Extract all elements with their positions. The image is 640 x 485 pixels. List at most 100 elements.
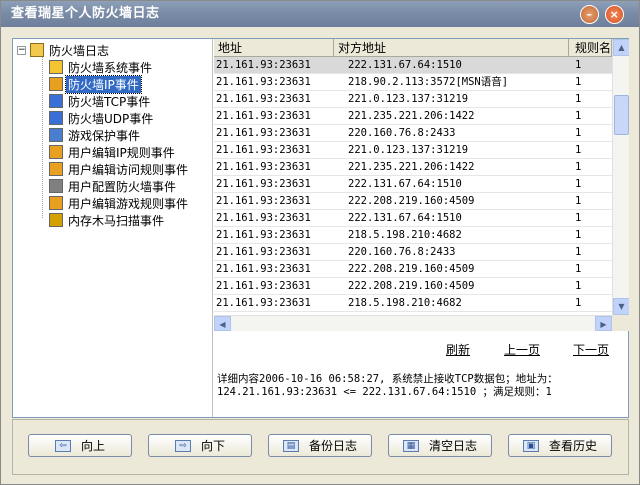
- udp-event-icon: [49, 111, 63, 125]
- arrow-right-icon: ⇨: [174, 439, 191, 452]
- cell-remote-address: 221.235.221.206:1422: [348, 161, 475, 173]
- down-button-label: 向下: [200, 439, 225, 453]
- cell-address: 21.161.93:23631: [216, 110, 311, 122]
- cell-address: 21.161.93:23631: [216, 178, 311, 190]
- backup-icon: ▤: [282, 439, 299, 452]
- view-history-button[interactable]: ▣ 查看历史: [508, 434, 612, 457]
- table-body: 21.161.93:23631 222.131.67.64:1510 1 21.161…: [214, 57, 612, 312]
- tree-item[interactable]: 游戏保护事件: [49, 127, 142, 143]
- game-protect-icon: [49, 128, 63, 142]
- refresh-link[interactable]: 刷新: [446, 341, 470, 358]
- tcp-event-icon: [49, 94, 63, 108]
- tree-root[interactable]: − 防火墙日志: [17, 42, 111, 58]
- table-row[interactable]: 21.161.93:23631 220.160.76.8:2433 1: [214, 244, 612, 261]
- tree-item-label: 游戏保护事件: [68, 128, 141, 143]
- tree-item-label: 防火墙系统事件: [68, 60, 153, 75]
- tree-item[interactable]: 内存木马扫描事件: [49, 212, 166, 228]
- cell-rule-name: 1: [575, 195, 582, 207]
- cell-rule-name: 1: [575, 229, 582, 241]
- tree-item[interactable]: 用户编辑IP规则事件: [49, 144, 177, 160]
- vertical-scroll-thumb[interactable]: [614, 95, 629, 135]
- table-row[interactable]: 21.161.93:23631 222.208.219.160:4509 1: [214, 261, 612, 278]
- vertical-scrollbar[interactable]: ▲ ▼: [612, 39, 629, 315]
- minimize-button[interactable]: –: [580, 5, 599, 24]
- log-book-icon: [30, 43, 44, 57]
- edit-access-rule-icon: [49, 162, 63, 176]
- scroll-left-button[interactable]: ◀: [214, 316, 231, 331]
- scroll-right-button[interactable]: ▶: [595, 316, 612, 331]
- table-row[interactable]: 21.161.93:23631 221.0.123.137:31219 1: [214, 142, 612, 159]
- down-button[interactable]: ⇨ 向下: [148, 434, 252, 457]
- arrow-left-icon: ⇦: [54, 439, 71, 452]
- tree-item-label: 用户编辑访问规则事件: [68, 162, 189, 177]
- table-row[interactable]: 21.161.93:23631 220.160.76.8:2433 1: [214, 125, 612, 142]
- tree-item-label: 用户配置防火墙事件: [68, 179, 177, 194]
- cell-address: 21.161.93:23631: [216, 144, 311, 156]
- cell-remote-address: 222.208.219.160:4509: [348, 195, 475, 207]
- scroll-down-icon: ▼: [618, 302, 625, 311]
- tree-item-label: 防火墙TCP事件: [68, 94, 151, 109]
- table-row[interactable]: 21.161.93:23631 221.0.123.137:31219 1: [214, 91, 612, 108]
- log-table: 地址 对方地址 规则名称 21.161.93:23631 222.131.67.6…: [214, 39, 629, 331]
- cell-remote-address: 220.160.76.8:2433: [348, 246, 456, 258]
- tree-item[interactable]: 防火墙UDP事件: [49, 110, 155, 126]
- tree-item[interactable]: 防火墙IP事件: [49, 74, 142, 94]
- cell-rule-name: 1: [575, 297, 582, 309]
- up-button[interactable]: ⇦ 向上: [28, 434, 132, 457]
- tree-item-label: 防火墙UDP事件: [68, 111, 154, 126]
- tree-connector: [42, 53, 43, 218]
- table-row[interactable]: 21.161.93:23631 218.5.198.210:4682 1: [214, 227, 612, 244]
- table-row[interactable]: 21.161.93:23631 218.5.198.210:4682 1: [214, 295, 612, 312]
- table-row[interactable]: 21.161.93:23631 218.90.2.113:3572[MSN语音] 1: [214, 74, 612, 91]
- clear-icon: ▦: [402, 439, 419, 452]
- cell-remote-address: 222.131.67.64:1510: [348, 59, 462, 71]
- tree-item[interactable]: 防火墙系统事件: [49, 59, 154, 75]
- detail-text: 详细内容2006-10-16 06:58:27, 系统禁止接收TCP数据包；地址…: [217, 373, 558, 398]
- tree-item[interactable]: 用户配置防火墙事件: [49, 178, 178, 194]
- scroll-up-button[interactable]: ▲: [613, 39, 629, 56]
- cell-remote-address: 222.131.67.64:1510: [348, 178, 462, 190]
- tree-item[interactable]: 用户编辑游戏规则事件: [49, 195, 190, 211]
- cell-remote-address: 218.5.198.210:4682: [348, 297, 462, 309]
- history-icon: ▣: [522, 439, 539, 452]
- clear-log-button[interactable]: ▦ 清空日志: [388, 434, 492, 457]
- scroll-down-button[interactable]: ▼: [613, 298, 629, 315]
- ip-event-icon: [49, 77, 63, 91]
- tree-item[interactable]: 用户编辑访问规则事件: [49, 161, 190, 177]
- cell-remote-address: 218.90.2.113:3572[MSN语音]: [348, 76, 509, 88]
- table-row[interactable]: 21.161.93:23631 222.131.67.64:1510 1: [214, 210, 612, 227]
- table-row[interactable]: 21.161.93:23631 222.208.219.160:4509 1: [214, 193, 612, 210]
- horizontal-scrollbar[interactable]: ◀ ▶: [214, 315, 612, 331]
- table-row[interactable]: 21.161.93:23631 222.131.67.64:1510 1: [214, 57, 612, 74]
- column-header-remote-address[interactable]: 对方地址: [334, 39, 569, 57]
- clear-log-label: 清空日志: [428, 439, 477, 453]
- prev-page-link[interactable]: 上一页: [504, 341, 540, 358]
- tree-item[interactable]: 防火墙TCP事件: [49, 93, 152, 109]
- column-header-rule-name[interactable]: 规则名称: [569, 39, 612, 57]
- cell-address: 21.161.93:23631: [216, 297, 311, 309]
- title-bar: 查看瑞星个人防火墙日志 – ×: [1, 1, 639, 27]
- next-page-link[interactable]: 下一页: [573, 341, 609, 358]
- table-row[interactable]: 21.161.93:23631 221.235.221.206:1422 1: [214, 159, 612, 176]
- table-row[interactable]: 21.161.93:23631 221.235.221.206:1422 1: [214, 108, 612, 125]
- cell-remote-address: 222.131.67.64:1510: [348, 212, 462, 224]
- close-button[interactable]: ×: [605, 5, 624, 24]
- cell-address: 21.161.93:23631: [216, 76, 311, 88]
- table-row[interactable]: 21.161.93:23631 222.131.67.64:1510 1: [214, 176, 612, 193]
- cell-rule-name: 1: [575, 178, 582, 190]
- window-title: 查看瑞星个人防火墙日志: [11, 6, 160, 21]
- cell-remote-address: 221.0.123.137:31219: [348, 93, 469, 105]
- column-header-address[interactable]: 地址: [214, 39, 334, 57]
- cell-address: 21.161.93:23631: [216, 161, 311, 173]
- close-icon: ×: [609, 8, 620, 21]
- backup-log-button[interactable]: ▤ 备份日志: [268, 434, 372, 457]
- cell-address: 21.161.93:23631: [216, 93, 311, 105]
- collapse-icon[interactable]: −: [17, 45, 26, 55]
- table-row[interactable]: 21.161.93:23631 222.208.219.160:4509 1: [214, 278, 612, 295]
- view-history-label: 查看历史: [548, 439, 597, 453]
- cell-remote-address: 222.208.219.160:4509: [348, 263, 475, 275]
- log-category-tree: − 防火墙日志 防火墙系统事件 防火墙IP事件 防火墙TCP事件 防火墙UDP事件 游戏…: [13, 39, 213, 417]
- table-header: 地址 对方地址 规则名称: [214, 39, 612, 57]
- edit-game-rule-icon: [49, 196, 63, 210]
- backup-log-label: 备份日志: [308, 439, 357, 453]
